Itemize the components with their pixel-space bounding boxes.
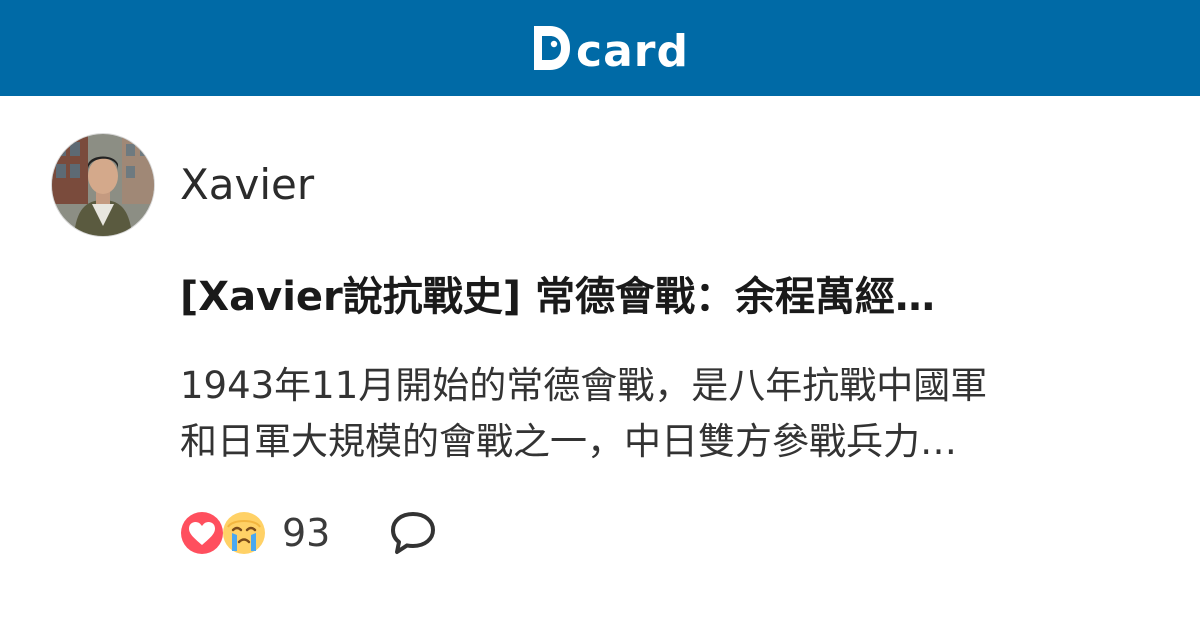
dcard-wordmark: card: [576, 26, 689, 77]
heart-icon[interactable]: [180, 511, 224, 555]
author-avatar[interactable]: [52, 134, 154, 236]
reaction-count: 93: [282, 511, 331, 555]
crying-face-icon[interactable]: [222, 511, 266, 555]
author-name[interactable]: Xavier: [180, 160, 314, 210]
avatar-photo: [52, 134, 154, 236]
post-meta: 93: [180, 506, 438, 560]
comment-bubble-icon[interactable]: [388, 508, 438, 558]
excerpt-line: 1943年11月開始的常德會戰，是八年抗戰中國軍: [180, 364, 988, 407]
dcard-logo-mark-icon: [534, 26, 570, 70]
post-title[interactable]: [Xavier說抗戰史] 常德會戰：余程萬經…: [180, 270, 1140, 324]
post-excerpt: 1943年11月開始的常德會戰，是八年抗戰中國軍 和日軍大規模的會戰之一，中日雙…: [180, 358, 1150, 470]
excerpt-line: 和日軍大規模的會戰之一，中日雙方參戰兵力…: [180, 420, 957, 463]
header-bar: card: [0, 0, 1200, 96]
dcard-logo[interactable]: card: [530, 20, 689, 76]
